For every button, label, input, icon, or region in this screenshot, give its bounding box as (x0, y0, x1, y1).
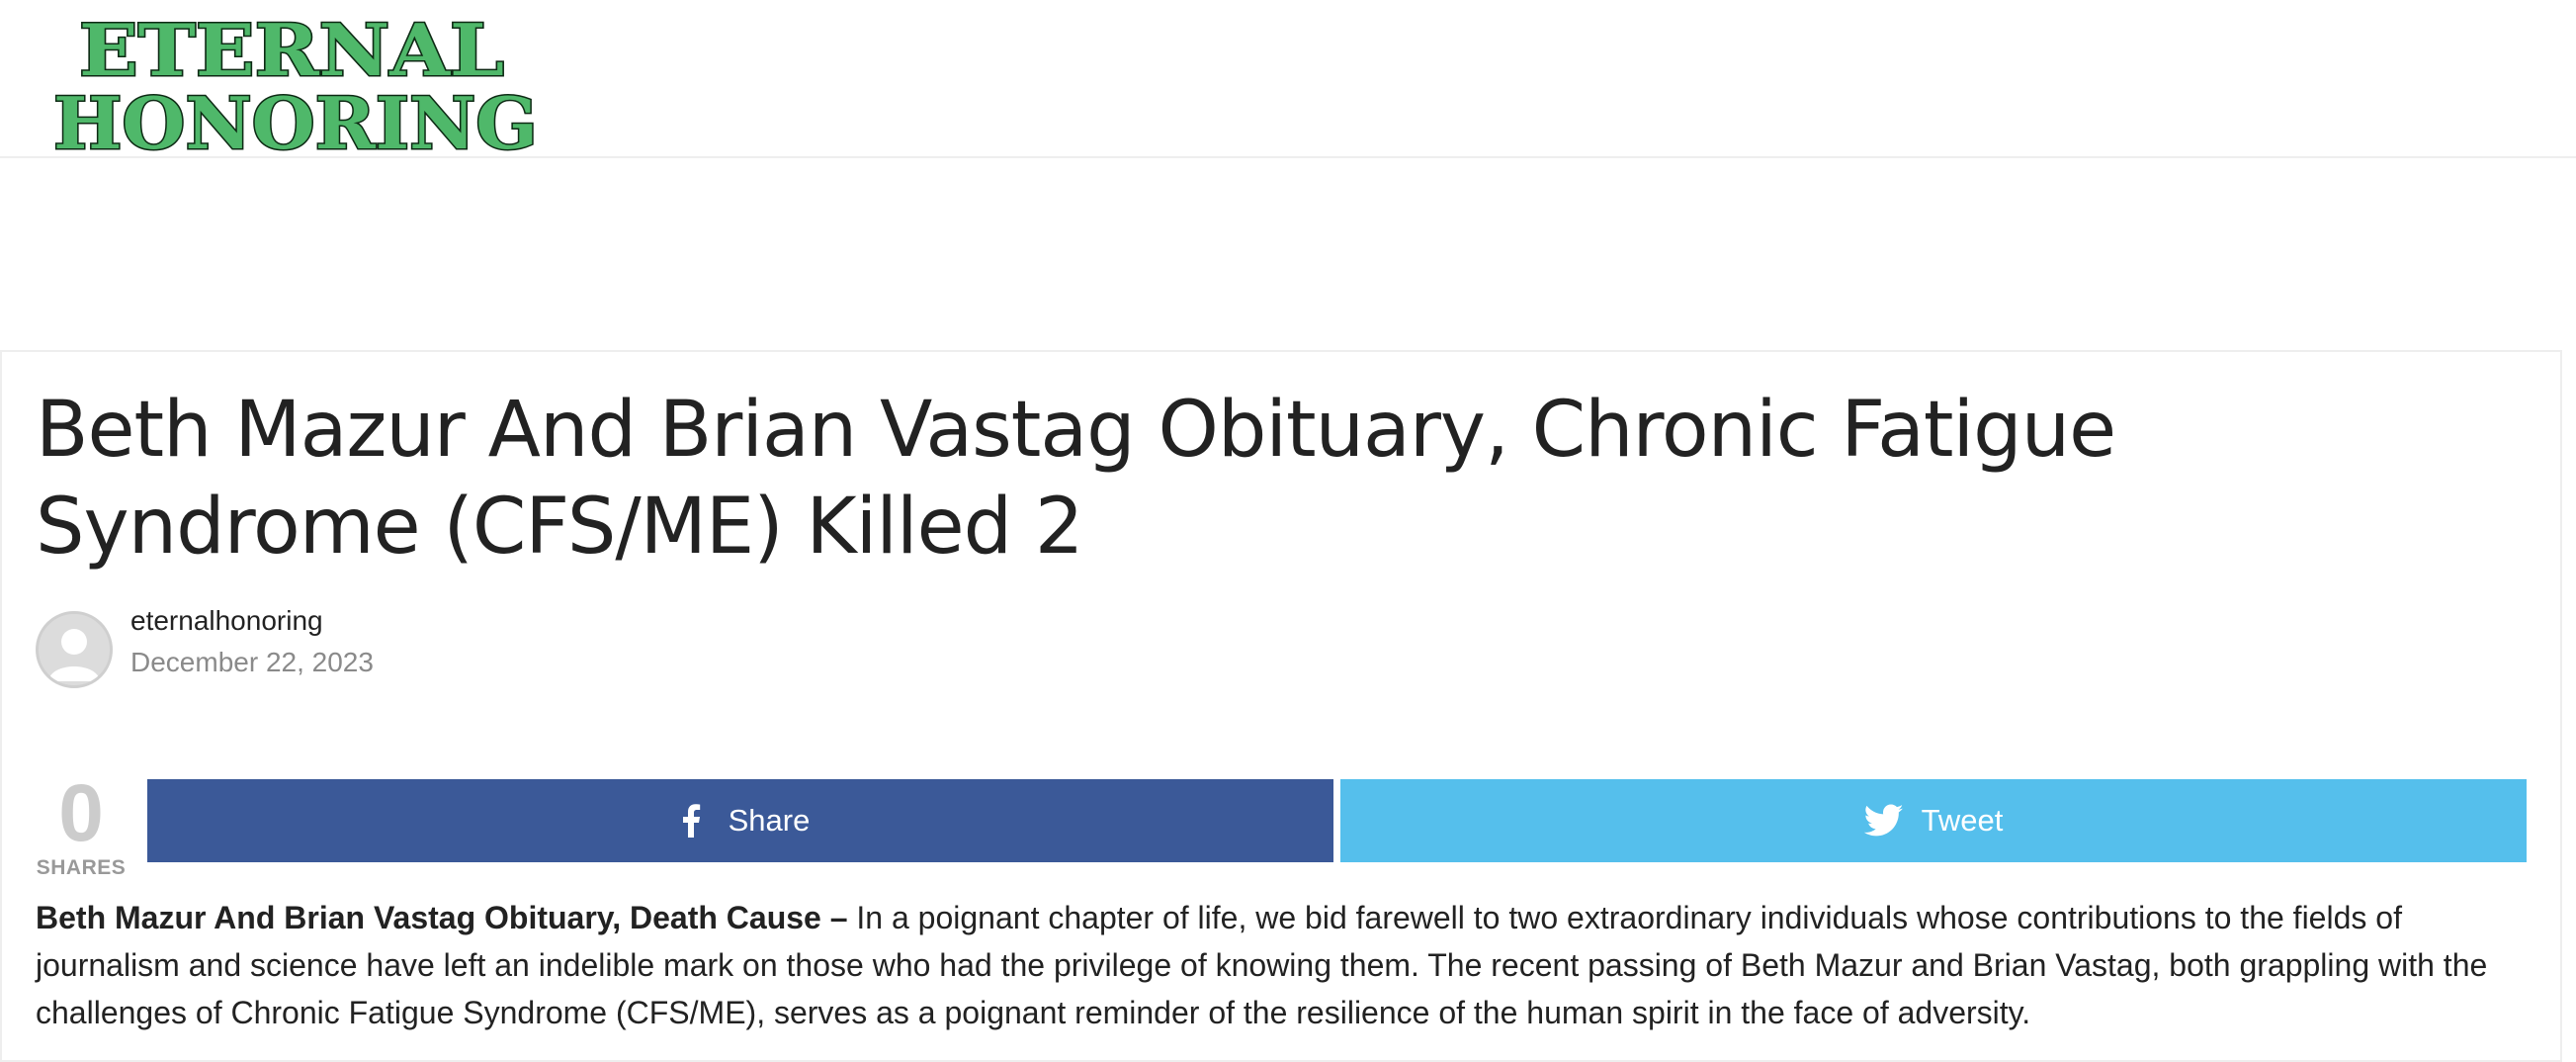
twitter-share-label: Tweet (1921, 803, 2004, 838)
share-counter: 0 SHARES (32, 769, 130, 896)
logo-graphic: ETERNAL HONORING (52, 7, 540, 167)
excerpt-lead: Beth Mazur And Brian Vastag Obituary, De… (36, 900, 848, 935)
facebook-share-button[interactable]: Share (147, 779, 1333, 862)
site-header: ETERNAL HONORING (0, 0, 2576, 167)
article-card: Beth Mazur And Brian Vastag Obituary, Ch… (0, 350, 2562, 1062)
article-excerpt: Beth Mazur And Brian Vastag Obituary, De… (36, 894, 2527, 1036)
ad-space (0, 160, 2576, 348)
article-title: Beth Mazur And Brian Vastag Obituary, Ch… (36, 386, 2116, 572)
twitter-icon (1863, 801, 1904, 841)
share-count-label: SHARES (36, 856, 127, 879)
logo-line-2: HONORING (53, 81, 538, 157)
share-count-number: 0 (58, 768, 104, 858)
facebook-icon (671, 801, 711, 841)
facebook-share-label: Share (728, 803, 811, 838)
user-avatar-icon[interactable] (36, 611, 113, 688)
author-link[interactable]: eternalhonoring (130, 605, 323, 637)
author-meta: eternalhonoring December 22, 2023 (36, 603, 728, 692)
site-logo[interactable]: ETERNAL HONORING (49, 7, 544, 167)
post-date: December 22, 2023 (130, 647, 374, 677)
twitter-share-button[interactable]: Tweet (1340, 779, 2527, 862)
